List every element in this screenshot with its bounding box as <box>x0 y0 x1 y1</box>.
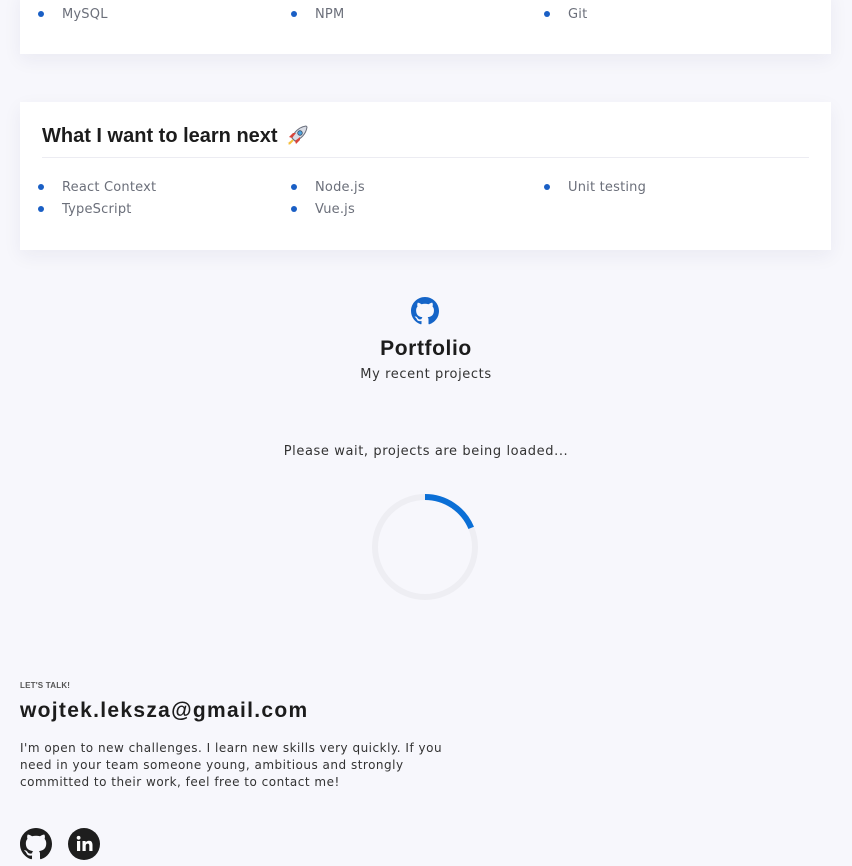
bullet-icon <box>544 184 550 190</box>
divider <box>42 157 809 158</box>
learn-next-title: What I want to learn next <box>42 123 310 149</box>
learn-item: Unit testing <box>544 179 797 195</box>
learn-next-list: React Context Node.js Unit testing TypeS… <box>38 179 797 217</box>
learn-next-card: What I want to learn next React Context … <box>20 102 831 250</box>
spinner-arc <box>424 494 474 530</box>
linkedin-icon[interactable] <box>68 828 100 860</box>
contact-message: I'm open to new challenges. I learn new … <box>20 741 443 789</box>
github-icon <box>411 297 439 325</box>
skill-item: NPM <box>291 6 544 22</box>
bullet-icon <box>544 11 550 17</box>
bullet-icon <box>291 184 297 190</box>
bullet-icon <box>291 11 297 17</box>
loading-message: Please wait, projects are being loaded..… <box>283 444 569 459</box>
bullet-icon <box>291 206 297 212</box>
learn-item: React Context <box>38 179 291 195</box>
email-link[interactable]: wojtek.leksza@gmail.com <box>20 699 308 723</box>
learn-item: Vue.js <box>291 201 544 217</box>
bullet-icon <box>38 184 44 190</box>
skills-card: MySQL NPM Git <box>20 0 831 54</box>
bullet-icon <box>38 11 44 17</box>
skill-item: Git <box>544 6 797 22</box>
contact-kicker: LET'S TALK! <box>20 681 71 690</box>
learn-item: Node.js <box>291 179 544 195</box>
learn-item: TypeScript <box>38 201 291 217</box>
social-links <box>20 828 116 860</box>
bullet-icon <box>38 206 44 212</box>
portfolio-subtitle: My recent projects <box>360 367 492 382</box>
rocket-icon <box>286 125 308 145</box>
loading-spinner <box>372 494 478 600</box>
portfolio-title: Portfolio <box>380 337 472 360</box>
skills-list: MySQL NPM Git <box>38 6 797 22</box>
github-icon[interactable] <box>20 828 52 860</box>
skill-item: MySQL <box>38 6 291 22</box>
